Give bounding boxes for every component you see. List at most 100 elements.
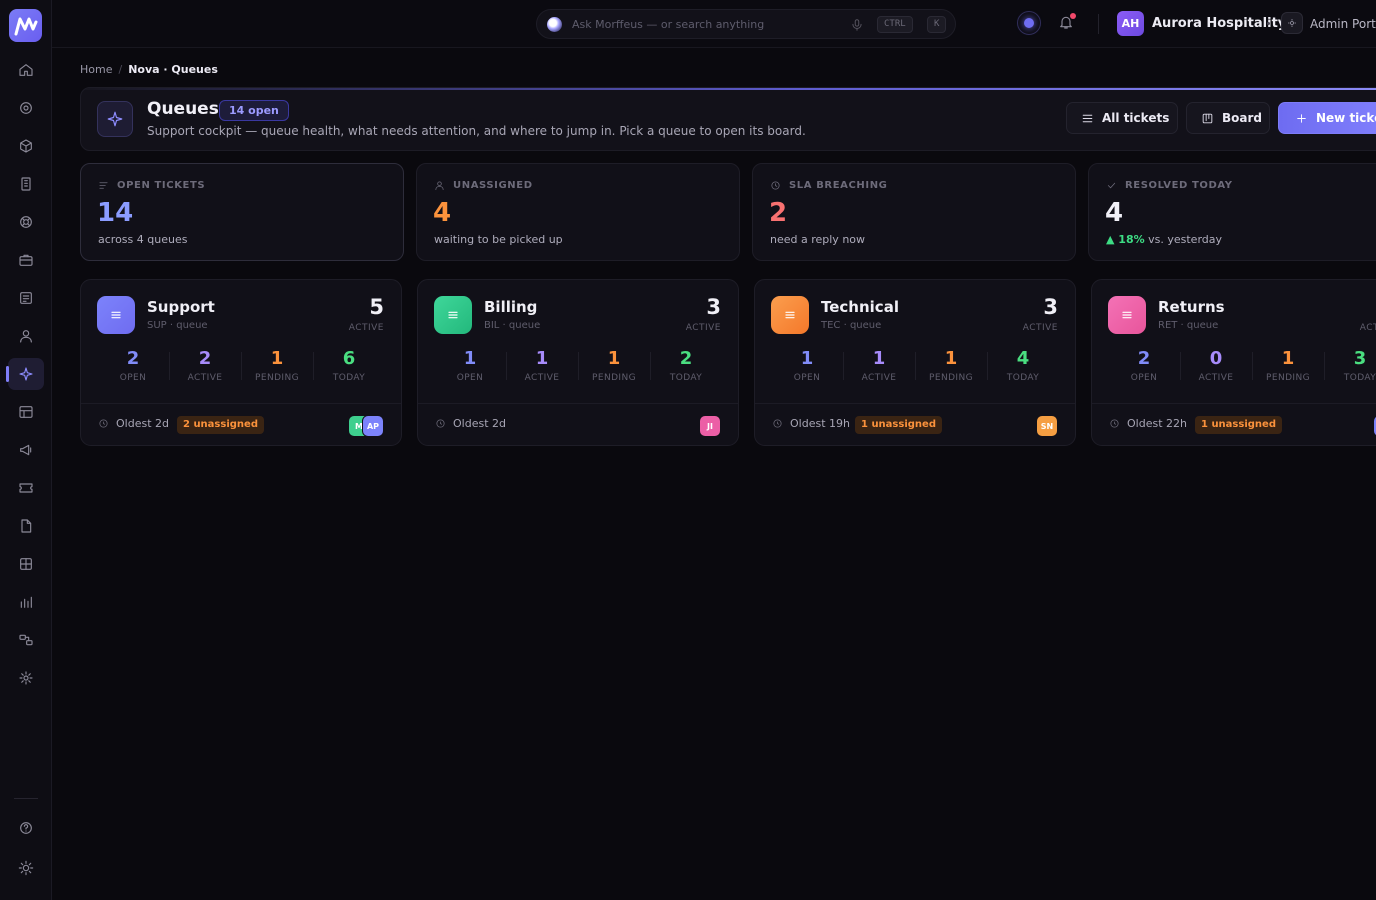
stat-caption: PENDING — [255, 373, 299, 383]
new-ticket-label: New ticket — [1316, 111, 1376, 125]
stat-value: 2 — [769, 198, 788, 228]
new-ticket-button[interactable]: New ticket — [1278, 102, 1376, 134]
sidebar-item-users[interactable] — [8, 320, 44, 352]
queue-code: BIL · queue — [484, 320, 541, 331]
global-search[interactable]: Ask Morffeus — or search anything CTRL K — [536, 9, 956, 39]
sidebar-item-files[interactable] — [8, 510, 44, 542]
oldest-text: Oldest 22h — [1127, 417, 1187, 430]
sidebar-item-campaigns[interactable] — [8, 434, 44, 466]
stat-open-tickets[interactable]: OPEN TICKETS 14 across 4 queues — [80, 163, 404, 261]
stat-caption: OPEN — [793, 373, 821, 383]
queue-card-returns[interactable]: Returns RET · queue 3 ACTIVE 2 OPEN 0 ACTI… — [1091, 279, 1376, 446]
stat-resolved-today[interactable]: RESOLVED TODAY 4 ▲ 18% vs. yesterday — [1088, 163, 1376, 261]
org-avatar[interactable]: AH — [1117, 11, 1144, 36]
ticket-icon — [19, 483, 33, 493]
queue-card-support[interactable]: Support SUP · queue 5 ACTIVE 2 OPEN 2 ACTI… — [80, 279, 402, 446]
sidebar-item-products[interactable] — [8, 130, 44, 162]
sparkle-icon — [19, 367, 33, 381]
stat-number: 1 — [944, 348, 958, 369]
shortcut-k: K — [927, 16, 947, 33]
avatar[interactable]: SN — [1036, 415, 1058, 437]
sidebar-item-home[interactable] — [8, 54, 44, 86]
menu-lines-icon — [1122, 311, 1132, 319]
stat-label-text: UNASSIGNED — [453, 180, 533, 191]
stat-value: 4 — [1105, 198, 1124, 228]
sidebar-item-settings[interactable] — [8, 662, 44, 694]
bar-chart-icon — [20, 596, 32, 608]
stat-sub: waiting to be picked up — [434, 233, 563, 246]
stat-sla-breaching[interactable]: SLA BREACHING 2 need a reply now — [752, 163, 1076, 261]
list-icon — [99, 182, 108, 189]
queue-name: Support — [147, 298, 215, 316]
queue-stat-pending: 1 PENDING — [241, 348, 313, 384]
sidebar-item-documents[interactable] — [8, 282, 44, 314]
clock-icon — [773, 419, 782, 428]
stat-number: 1 — [1281, 348, 1295, 369]
queue-stat-pending: 1 PENDING — [1252, 348, 1324, 384]
queue-oldest: Oldest 22h — [1109, 417, 1187, 430]
sidebar-item-targets[interactable] — [8, 92, 44, 124]
stat-number: 0 — [1209, 348, 1223, 369]
integration-icon — [19, 634, 33, 646]
page-header: Queues 14 open Support cockpit — queue h… — [80, 87, 1376, 151]
stat-caption: ACTIVE — [861, 373, 897, 383]
breadcrumb-current: Nova · Queues — [128, 63, 218, 76]
stat-sub: need a reply now — [770, 233, 866, 246]
queue-stat-open: 1 OPEN — [434, 348, 506, 384]
stat-caption: PENDING — [592, 373, 636, 383]
queue-active-label: ACTIVE — [1022, 323, 1058, 333]
home-icon — [19, 64, 33, 76]
menu-lines-icon — [111, 311, 121, 319]
sidebar-item-apps[interactable] — [8, 548, 44, 580]
queue-icon — [1108, 296, 1146, 334]
queue-stats: 2 OPEN 0 ACTIVE 1 PENDING 3 TODAY — [1108, 348, 1376, 384]
stat-value: 14 — [97, 198, 134, 228]
queue-icon — [771, 296, 809, 334]
sidebar-item-help[interactable] — [8, 812, 44, 844]
open-count-badge: 14 open — [219, 100, 289, 121]
list-icon — [1082, 114, 1093, 122]
menu-lines-icon — [785, 311, 795, 319]
breadcrumb-home[interactable]: Home — [80, 63, 112, 76]
topbar-divider — [1098, 14, 1099, 34]
sidebar-item-table[interactable] — [8, 396, 44, 428]
queue-stat-open: 2 OPEN — [97, 348, 169, 384]
stat-number: 1 — [535, 348, 549, 369]
sidebar-item-briefcase[interactable] — [8, 244, 44, 276]
sidebar-item-theme[interactable] — [8, 852, 44, 884]
queue-card-technical[interactable]: Technical TEC · queue 3 ACTIVE 1 OPEN 1 AC… — [754, 279, 1076, 446]
oldest-text: Oldest 2d — [116, 417, 169, 430]
stat-caption: ACTIVE — [524, 373, 560, 383]
queue-oldest: Oldest 2d — [98, 417, 169, 430]
queue-stat-open: 1 OPEN — [771, 348, 843, 384]
queue-card-billing[interactable]: Billing BIL · queue 3 ACTIVE 1 OPEN 1 ACTI… — [417, 279, 739, 446]
stat-unassigned[interactable]: UNASSIGNED 4 waiting to be picked up — [416, 163, 740, 261]
admin-portal-link[interactable]: Admin Portal — [1310, 17, 1376, 31]
board-button[interactable]: Board — [1186, 102, 1270, 134]
queue-stat-pending: 1 PENDING — [915, 348, 987, 384]
breadcrumb: Home / Nova · Queues — [80, 63, 218, 76]
avatar[interactable]: AP — [362, 415, 384, 437]
trend-up: ▲ 18% — [1106, 233, 1145, 246]
sidebar-item-analytics[interactable] — [8, 586, 44, 618]
app-logo[interactable] — [9, 9, 42, 42]
sidebar-item-building[interactable] — [8, 168, 44, 200]
sidebar-item-integrations[interactable] — [8, 624, 44, 656]
sidebar-item-nova[interactable] — [6, 358, 44, 390]
avatar[interactable]: JI — [699, 415, 721, 437]
sidebar-item-support[interactable] — [8, 206, 44, 238]
microphone-icon[interactable] — [850, 17, 864, 31]
queue-stats: 1 OPEN 1 ACTIVE 1 PENDING 2 TODAY — [434, 348, 722, 384]
sidebar-item-tickets[interactable] — [8, 472, 44, 504]
all-tickets-button[interactable]: All tickets — [1066, 102, 1178, 134]
ai-assistant-button[interactable] — [1017, 11, 1041, 35]
building-icon — [21, 177, 31, 191]
admin-portal-icon[interactable] — [1281, 12, 1303, 34]
notification-dot — [1070, 13, 1076, 19]
document-icon — [20, 292, 32, 304]
search-placeholder[interactable]: Ask Morffeus — or search anything — [572, 18, 764, 31]
board-icon — [1202, 113, 1213, 123]
ai-dot-icon — [1024, 18, 1034, 28]
queue-stat-active: 1 ACTIVE — [843, 348, 915, 384]
queue-icon — [434, 296, 472, 334]
